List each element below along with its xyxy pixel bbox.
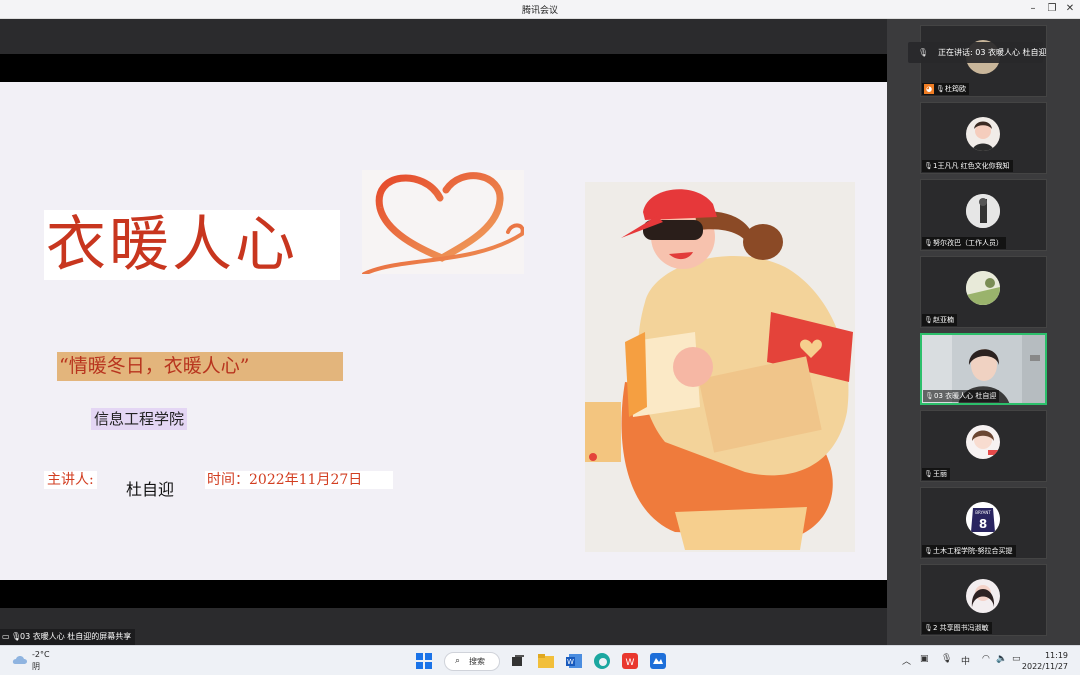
- wifi-icon[interactable]: ◠: [982, 654, 990, 664]
- system-clock[interactable]: 11:19 2022/11/27: [1022, 650, 1068, 672]
- avatar: [966, 579, 1000, 613]
- shared-screen-area[interactable]: 衣暖人心 “情暖冬日，衣暖人心” 信息工程学院 主讲人: 杜自迎 时间：2022…: [0, 19, 887, 645]
- participant-name: 🎙土木工程学院-努拉合买提: [922, 545, 1016, 557]
- ime-indicator[interactable]: 中: [961, 654, 970, 667]
- chevron-up-icon[interactable]: ︿: [902, 654, 911, 667]
- battery-icon[interactable]: ▭: [1012, 654, 1021, 664]
- avatar: BRYANT 8: [966, 502, 1000, 536]
- tencent-meeting-window: 腾讯会议 – ❐ ✕ 衣暖人心 “情暖冬日，衣暖人心” 信息工程学院 主讲人: …: [0, 0, 1080, 675]
- mic-icon: 🎙: [918, 48, 929, 57]
- participant-tile[interactable]: 🎙1王凡凡 红色文化你我知: [920, 102, 1047, 174]
- mic-icon: 🎙: [924, 316, 933, 324]
- file-explorer-icon[interactable]: [538, 653, 554, 669]
- volunteer-illustration: [585, 182, 855, 552]
- participant-tile[interactable]: 🎙王丽: [920, 410, 1047, 482]
- mic-icon: 🎙: [11, 632, 22, 641]
- title-bar: 腾讯会议 – ❐ ✕: [0, 0, 1080, 19]
- svg-text:W: W: [567, 658, 574, 666]
- restore-icon[interactable]: ❐: [1043, 2, 1061, 16]
- speaker-name: 杜自迎: [126, 480, 175, 499]
- speaking-indicator: 🎙 正在讲话: 03 衣暖人心 杜自迎: [908, 42, 1047, 63]
- search-label: 搜索: [469, 657, 485, 666]
- participant-name: 🎙1王凡凡 红色文化你我知: [922, 160, 1013, 172]
- mic-icon: 🎙: [925, 392, 934, 400]
- jersey-name: BRYANT: [975, 510, 991, 515]
- screen-share-icon: ▭: [2, 632, 10, 641]
- volume-icon[interactable]: 🔈: [996, 654, 1007, 664]
- window-title: 腾讯会议: [521, 6, 558, 16]
- college-name: 信息工程学院: [91, 408, 188, 430]
- participant-name: 🎙王丽: [922, 468, 950, 480]
- avatar: [966, 425, 1000, 459]
- meeting-tray-icon[interactable]: ▣: [920, 654, 929, 664]
- mic-icon: 🎙: [924, 624, 933, 632]
- avatar: [966, 271, 1000, 305]
- taskbar-search[interactable]: ⌕ 搜索: [444, 652, 500, 671]
- wps-office-icon[interactable]: W: [622, 653, 638, 669]
- screen-share-text: 03 衣暖人心 杜自迎的屏幕共享: [20, 632, 132, 641]
- clock-date: 2022/11/27: [1021, 662, 1068, 671]
- participant-name: 🎙2 共享图书冯淑敏: [922, 622, 992, 634]
- edge-browser-icon[interactable]: [594, 653, 610, 669]
- screen-share-label: ▭🎙03 衣暖人心 杜自迎的屏幕共享: [0, 629, 136, 645]
- letterbox-bottom: [0, 580, 887, 608]
- clock-time: 11:19: [1044, 651, 1068, 660]
- participant-tile[interactable]: 🎙2 共享图书冯淑敏: [920, 564, 1047, 636]
- jersey-number: 8: [979, 517, 987, 531]
- participants-panel[interactable]: ◕ 🎙杜筠欧 🎙 正在讲话: 03 衣暖人心 杜自迎 🎙1王凡凡 红色文化你我知 🎙…: [887, 19, 1080, 645]
- windows-taskbar: -2°C 阴 ⌕ 搜索 W W ︿ ▣ 🎙 中 ◠ 🔈 ▭ 11:19 2022…: [0, 645, 1080, 675]
- tencent-meeting-icon[interactable]: [650, 653, 666, 669]
- participant-name: 🎙03 衣暖人心 杜自迎: [923, 390, 1000, 402]
- close-icon[interactable]: ✕: [1061, 2, 1079, 16]
- participant-tile[interactable]: 🎙努尔孜巴（工作人员）: [920, 179, 1047, 251]
- cloud-icon: [12, 656, 27, 664]
- svg-text:W: W: [626, 658, 635, 668]
- participant-name: 🎙努尔孜巴（工作人员）: [922, 237, 1006, 249]
- weather-condition[interactable]: 阴: [32, 661, 40, 672]
- mic-tray-icon[interactable]: 🎙: [941, 654, 952, 664]
- speaking-text: 正在讲话: 03 衣暖人心 杜自迎: [938, 48, 1047, 57]
- participant-tile[interactable]: 🎙赵亚楠: [920, 256, 1047, 328]
- host-icon: ◕: [924, 84, 934, 94]
- participant-tile-active[interactable]: 🎙03 衣暖人心 杜自迎: [920, 333, 1047, 405]
- participant-tile[interactable]: BRYANT 8 🎙土木工程学院-努拉合买提: [920, 487, 1047, 559]
- presentation-slide: 衣暖人心 “情暖冬日，衣暖人心” 信息工程学院 主讲人: 杜自迎 时间：2022…: [0, 82, 887, 580]
- word-icon[interactable]: W: [566, 653, 582, 669]
- mic-icon: 🎙: [936, 85, 945, 93]
- windows-start-icon[interactable]: [416, 653, 432, 669]
- avatar: [966, 194, 1000, 228]
- letterbox-top: [0, 54, 887, 82]
- search-icon: ⌕: [455, 656, 461, 666]
- mic-icon: 🎙: [924, 162, 933, 170]
- participant-name: 🎙赵亚楠: [922, 314, 957, 326]
- mic-icon: 🎙: [924, 239, 933, 247]
- temperature[interactable]: -2°C: [32, 650, 50, 659]
- date-text: 时间：2022年11月27日: [205, 471, 393, 489]
- minimize-icon[interactable]: –: [1024, 2, 1042, 16]
- speaker-label: 主讲人:: [44, 471, 97, 489]
- task-view-icon[interactable]: [510, 653, 526, 669]
- mic-icon: 🎙: [924, 547, 933, 555]
- slide-slogan: “情暖冬日，衣暖人心”: [57, 352, 343, 381]
- participant-name: ◕ 🎙杜筠欧: [922, 83, 969, 95]
- mic-icon: 🎙: [924, 470, 933, 478]
- slide-title: 衣暖人心: [44, 210, 340, 280]
- heart-graphic: [362, 170, 525, 276]
- avatar: [966, 117, 1000, 151]
